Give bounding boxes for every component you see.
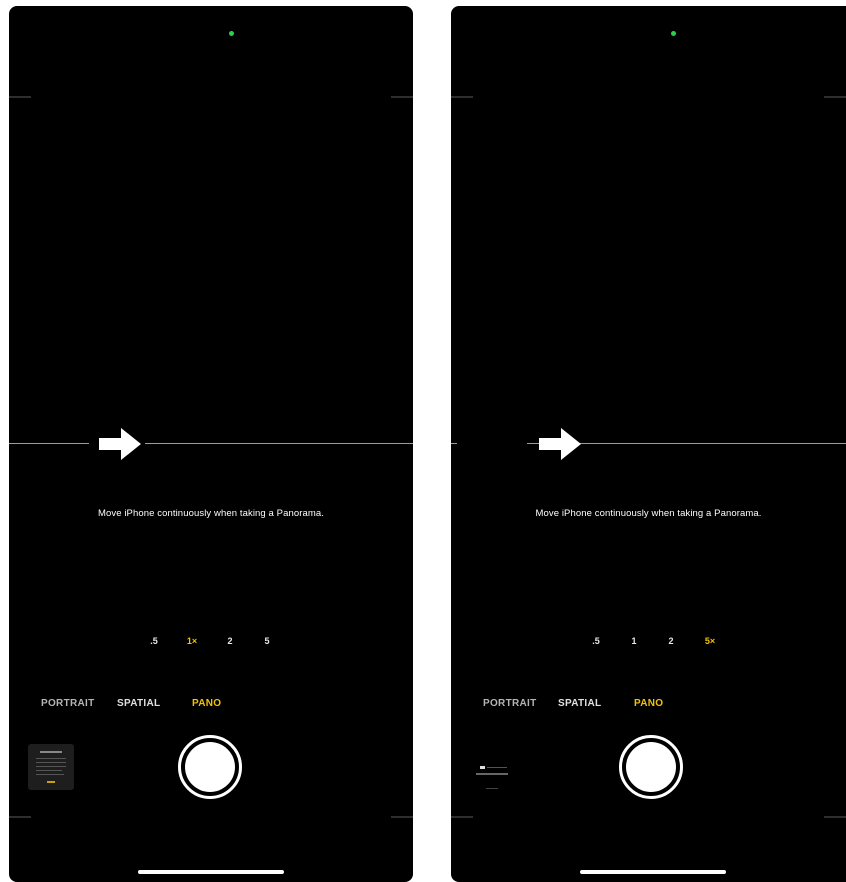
mode-pano[interactable]: PANO: [634, 698, 663, 709]
frame-edge-marker: [824, 816, 846, 818]
shutter-button-inner: [185, 742, 235, 792]
mode-spatial[interactable]: SPATIAL: [117, 698, 160, 709]
frame-edge-marker: [824, 96, 846, 98]
mode-spatial[interactable]: SPATIAL: [558, 698, 601, 709]
mode-portrait[interactable]: PORTRAIT: [483, 698, 537, 709]
frame-edge-marker: [451, 816, 473, 818]
home-indicator[interactable]: [580, 870, 726, 874]
zoom-option-1x[interactable]: 1×: [181, 636, 203, 646]
camera-screen-left: Move iPhone continuously when taking a P…: [9, 6, 413, 882]
panorama-guide-gap: [457, 442, 527, 445]
zoom-option-0-5[interactable]: .5: [143, 636, 165, 646]
frame-edge-marker: [391, 96, 413, 98]
camera-screen-right: Move iPhone continuously when taking a P…: [451, 6, 846, 882]
zoom-option-0-5[interactable]: .5: [585, 636, 607, 646]
frame-edge-marker: [9, 96, 31, 98]
last-photo-thumbnail[interactable]: [28, 744, 74, 790]
frame-edge-marker: [451, 96, 473, 98]
panorama-hint-text: Move iPhone continuously when taking a P…: [535, 508, 762, 519]
shutter-button[interactable]: [178, 735, 242, 799]
zoom-option-2[interactable]: 2: [660, 636, 682, 646]
zoom-selector: .5 1 2 5×: [451, 636, 846, 650]
mode-portrait[interactable]: PORTRAIT: [41, 698, 95, 709]
camera-mode-selector: PORTRAIT SPATIAL PANO: [451, 698, 846, 712]
last-photo-thumbnail[interactable]: [473, 750, 513, 790]
home-indicator[interactable]: [138, 870, 284, 874]
zoom-option-5[interactable]: 5: [256, 636, 278, 646]
arrow-right-icon: [539, 428, 581, 460]
zoom-selector: .5 1× 2 5: [9, 636, 413, 650]
shutter-button-inner: [626, 742, 676, 792]
camera-active-indicator-icon: [671, 31, 676, 36]
frame-edge-marker: [391, 816, 413, 818]
zoom-option-5x[interactable]: 5×: [699, 636, 721, 646]
shutter-button[interactable]: [619, 735, 683, 799]
camera-active-indicator-icon: [229, 31, 234, 36]
zoom-option-2[interactable]: 2: [219, 636, 241, 646]
mode-pano[interactable]: PANO: [192, 698, 221, 709]
zoom-option-1[interactable]: 1: [623, 636, 645, 646]
arrow-right-icon: [99, 428, 141, 460]
panorama-guide-line: [9, 443, 413, 444]
frame-edge-marker: [9, 816, 31, 818]
camera-mode-selector: PORTRAIT SPATIAL PANO: [9, 698, 413, 712]
panorama-hint-text: Move iPhone continuously when taking a P…: [97, 508, 325, 519]
